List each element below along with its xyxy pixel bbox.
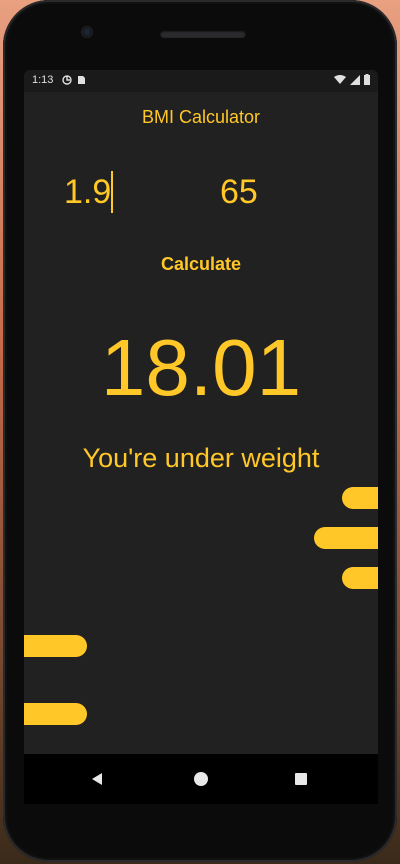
sync-icon — [62, 75, 72, 85]
sd-card-icon — [78, 76, 85, 84]
decorative-bar — [342, 567, 378, 589]
front-camera-icon — [82, 27, 92, 37]
bmi-verdict: You're under weight — [82, 443, 320, 473]
status-bar: 1:13 — [24, 70, 378, 92]
back-icon[interactable] — [86, 768, 108, 790]
signal-icon — [350, 74, 360, 85]
weight-input[interactable]: 65 — [220, 170, 330, 214]
recents-icon[interactable] — [290, 768, 312, 790]
system-nav-bar — [24, 754, 378, 804]
status-right-icons — [334, 74, 370, 85]
height-input-value: 1.9 — [64, 173, 112, 211]
app-title: BMI Calculator — [141, 107, 261, 127]
status-time: 1:13 — [32, 74, 54, 86]
decorative-bar — [24, 703, 87, 725]
decorative-bar — [24, 635, 87, 657]
text-caret — [111, 171, 114, 213]
home-icon[interactable] — [190, 768, 212, 790]
height-input[interactable]: 1.9 — [64, 170, 174, 214]
decorative-bar — [342, 487, 378, 509]
calculate-button[interactable]: Calculate — [141, 250, 261, 278]
decorative-bar — [314, 527, 378, 549]
wifi-icon — [334, 74, 346, 84]
battery-icon — [364, 74, 370, 85]
bmi-result: 18.01 — [100, 323, 302, 412]
weight-input-value: 65 — [220, 173, 258, 211]
app-screen: 1:13 BMI Calculator 1.9 65 Calculate 18.… — [24, 70, 378, 804]
earpiece-speaker — [160, 30, 246, 38]
